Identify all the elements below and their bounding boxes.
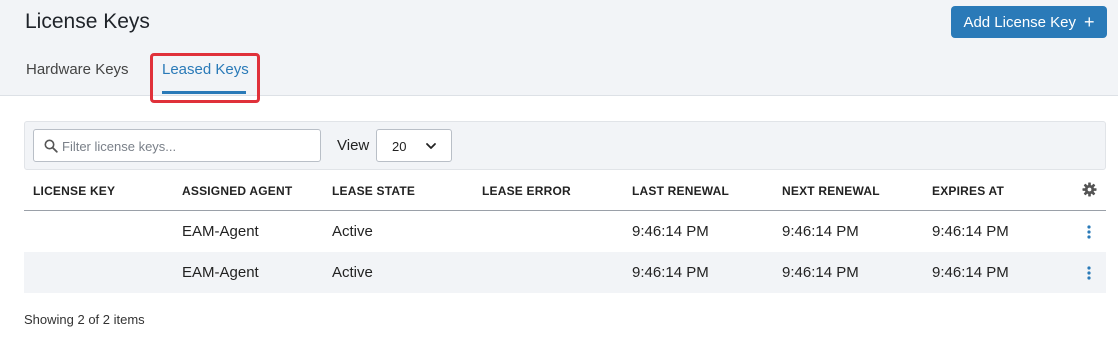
- column-header-license-key[interactable]: LICENSE KEY: [33, 184, 115, 198]
- last-renewal-cell: 9:46:14 PM: [632, 264, 709, 281]
- pagination-status: Showing 2 of 2 items: [24, 312, 145, 327]
- last-renewal-cell: 9:46:14 PM: [632, 223, 709, 240]
- add-license-key-label: Add License Key: [963, 13, 1077, 31]
- next-renewal-cell: 9:46:14 PM: [782, 264, 859, 281]
- column-header-assigned-agent[interactable]: ASSIGNED AGENT: [182, 184, 292, 198]
- filter-field[interactable]: [33, 129, 321, 162]
- view-label: View: [337, 137, 370, 154]
- plus-icon: +: [1084, 12, 1095, 32]
- column-header-last-renewal[interactable]: LAST RENEWAL: [632, 184, 729, 198]
- page-header: License Keys Add License Key + Hardware …: [0, 0, 1118, 103]
- view-page-size-value: 20: [392, 139, 407, 154]
- column-header-next-renewal[interactable]: NEXT RENEWAL: [782, 184, 880, 198]
- assigned-agent-cell: EAM-Agent: [182, 264, 259, 281]
- gear-icon[interactable]: [1082, 182, 1097, 197]
- column-header-lease-error[interactable]: LEASE ERROR: [482, 184, 571, 198]
- table-row[interactable]: EAM-Agent Active 9:46:14 PM 9:46:14 PM 9…: [24, 252, 1106, 293]
- column-header-expires-at[interactable]: EXPIRES AT: [932, 184, 1004, 198]
- column-header-lease-state[interactable]: LEASE STATE: [332, 184, 415, 198]
- page-title: License Keys: [25, 10, 150, 33]
- table-toolbar: View 20: [24, 121, 1106, 170]
- lease-state-cell: Active: [332, 264, 373, 281]
- chevron-down-icon: [426, 143, 436, 149]
- search-icon: [44, 139, 58, 153]
- lease-state-cell: Active: [332, 223, 373, 240]
- tab-hardware-keys[interactable]: Hardware Keys: [26, 61, 129, 78]
- row-actions-kebab-icon[interactable]: [1084, 265, 1094, 281]
- expires-at-cell: 9:46:14 PM: [932, 264, 1009, 281]
- next-renewal-cell: 9:46:14 PM: [782, 223, 859, 240]
- add-license-key-button[interactable]: Add License Key +: [951, 6, 1107, 38]
- tab-highlight-box: [150, 53, 260, 103]
- row-actions-kebab-icon[interactable]: [1084, 224, 1094, 240]
- table-row[interactable]: EAM-Agent Active 9:46:14 PM 9:46:14 PM 9…: [24, 211, 1106, 252]
- expires-at-cell: 9:46:14 PM: [932, 223, 1009, 240]
- assigned-agent-cell: EAM-Agent: [182, 223, 259, 240]
- filter-input[interactable]: [62, 136, 312, 156]
- view-page-size-select[interactable]: 20: [376, 129, 452, 162]
